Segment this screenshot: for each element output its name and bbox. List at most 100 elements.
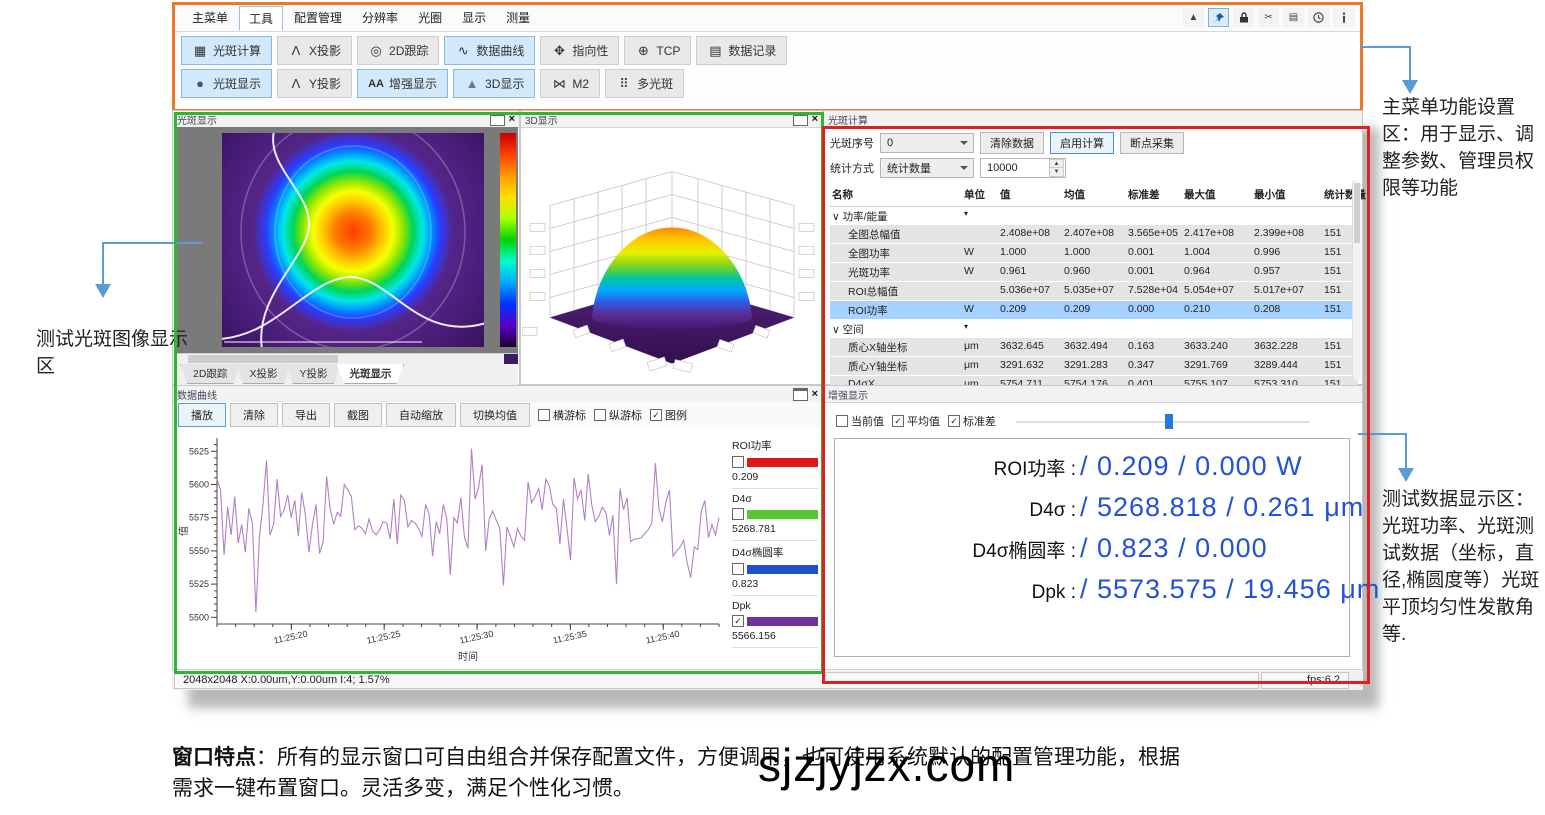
- column-header-名称[interactable]: 名称: [830, 185, 962, 203]
- column-header-统计数量[interactable]: 统计数量: [1322, 185, 1370, 203]
- data-curve-panel: 数据曲线 × 播放清除导出截图自动缩放切换均值横游标纵游标✓图例 5500552…: [172, 385, 823, 670]
- close-icon[interactable]: ×: [812, 388, 818, 400]
- ribbon-button-Y投影[interactable]: ΛY投影: [277, 69, 352, 98]
- stat-mode-select[interactable]: 统计数量: [880, 158, 974, 178]
- menu-item-6[interactable]: 显示: [453, 6, 495, 31]
- checkbox-icon[interactable]: [538, 409, 550, 421]
- table-row-ROI功率[interactable]: ROI功率W0.2090.2090.0000.2100.208151: [830, 301, 1358, 320]
- ribbon-button-3D显示[interactable]: ▲3D显示: [453, 69, 535, 98]
- curve-checkbox-图例[interactable]: ✓图例: [650, 407, 687, 423]
- float-icon[interactable]: [490, 113, 505, 126]
- metric-row: Dpk :/ 5573.575 / 19.456 μm: [835, 574, 1349, 605]
- curve-button-导出[interactable]: 导出: [282, 403, 330, 427]
- ribbon-button-指向性[interactable]: ✥指向性: [540, 36, 619, 65]
- table-row-质心Y轴坐标[interactable]: 质心Y轴坐标μm3291.6323291.2830.3473291.769328…: [830, 357, 1358, 376]
- tab-Y投影[interactable]: Y投影: [286, 364, 340, 384]
- spin-down-icon[interactable]: ▼: [1049, 167, 1064, 177]
- pin-icon[interactable]: [1208, 8, 1229, 27]
- curve-button-播放[interactable]: 播放: [178, 403, 226, 427]
- file-icon[interactable]: ▤: [1283, 8, 1304, 27]
- curve-checkbox-横游标[interactable]: 横游标: [538, 407, 586, 423]
- column-header-标准差[interactable]: 标准差: [1126, 185, 1182, 203]
- menu-item-3[interactable]: 配置管理: [285, 6, 351, 31]
- calc-button-启用计算[interactable]: 启用计算: [1050, 132, 1114, 154]
- curve-checkbox-纵游标[interactable]: 纵游标: [594, 407, 642, 423]
- table-group-row[interactable]: ∨ 空间▾: [830, 320, 1358, 338]
- stat-count-spinner[interactable]: 10000 ▲ ▼: [980, 158, 1066, 178]
- table-vscrollbar[interactable]: [1352, 181, 1361, 380]
- spot-index-select[interactable]: 0: [880, 133, 974, 153]
- column-header-均值[interactable]: 均值: [1062, 185, 1126, 203]
- ribbon-button-增强显示[interactable]: AA增强显示: [357, 69, 448, 98]
- menu-bar: 主菜单工具配置管理分辨率光圈显示测量 ▲ ✂ ▤: [175, 5, 1360, 32]
- float-icon[interactable]: [793, 113, 808, 126]
- scissors-icon[interactable]: ✂: [1258, 8, 1279, 27]
- menu-item-2[interactable]: 工具: [239, 6, 283, 31]
- curve-button-清除[interactable]: 清除: [230, 403, 278, 427]
- tab-光斑显示[interactable]: 光斑显示: [336, 364, 404, 384]
- collapse-icon[interactable]: ▲: [1183, 8, 1204, 27]
- close-icon[interactable]: ×: [509, 113, 515, 125]
- ribbon-button-数据记录[interactable]: ▤数据记录: [696, 36, 787, 65]
- table-group-row[interactable]: ∨ 功率/能量▾: [830, 207, 1358, 225]
- calc-button-断点采集[interactable]: 断点采集: [1120, 132, 1184, 154]
- menu-item-1[interactable]: 主菜单: [183, 6, 237, 31]
- enhanced-panel-titlebar: 增强显示: [824, 386, 1362, 403]
- table-row-全图功率[interactable]: 全图功率W1.0001.0000.0011.0040.996151: [830, 244, 1358, 263]
- legend-color-bar: [747, 458, 818, 467]
- metric-value: / 0.823 / 0.000: [1080, 533, 1349, 564]
- float-icon[interactable]: [793, 388, 808, 401]
- enhanced-checkbox-当前值[interactable]: 当前值: [836, 413, 884, 429]
- column-header-值[interactable]: 值: [998, 185, 1062, 203]
- enhanced-checkbox-平均值[interactable]: ✓平均值: [892, 413, 940, 429]
- ribbon-button-多光斑[interactable]: ⠿多光斑: [605, 69, 684, 98]
- column-header-最大值[interactable]: 最大值: [1182, 185, 1252, 203]
- spot-index-label: 光斑序号: [830, 135, 874, 151]
- curve-panel-title: 数据曲线: [177, 387, 217, 402]
- menu-item-7[interactable]: 测量: [497, 6, 539, 31]
- close-icon[interactable]: ×: [812, 113, 818, 125]
- ribbon-button-X投影[interactable]: ΛX投影: [277, 36, 352, 65]
- chart-legend: ROI功率0.209D4σ5268.781D4σ椭圆率0.823Dpk✓5566…: [732, 434, 818, 648]
- slider-handle[interactable]: [1165, 414, 1173, 429]
- curve-button-自动缩放[interactable]: 自动缩放: [386, 403, 456, 427]
- svg-text:11:25:40: 11:25:40: [645, 629, 681, 646]
- svg-text:11:25:35: 11:25:35: [552, 629, 588, 646]
- enhanced-checkbox-标准差[interactable]: ✓标准差: [948, 413, 996, 429]
- curve-toolbar: 播放清除导出截图自动缩放切换均值横游标纵游标 ✓图例: [174, 402, 821, 427]
- ribbon-button-M2[interactable]: ⋈M2: [540, 69, 600, 98]
- ribbon-button-2D跟踪[interactable]: ◎2D跟踪: [357, 36, 439, 65]
- legend-checkbox[interactable]: ✓: [732, 615, 744, 627]
- tcp-globe-icon: ⊕: [635, 43, 651, 59]
- table-row-全图总幅值[interactable]: 全图总幅值2.408e+082.407e+083.565e+052.417e+0…: [830, 225, 1358, 244]
- legend-checkbox[interactable]: [732, 508, 744, 520]
- ribbon-button-光斑显示[interactable]: ●光斑显示: [181, 69, 272, 98]
- curve-button-切换均值[interactable]: 切换均值: [460, 403, 530, 427]
- beam-image-area: [174, 127, 518, 353]
- checkbox-icon[interactable]: ✓: [650, 409, 662, 421]
- calc-button-清除数据[interactable]: 清除数据: [980, 132, 1044, 154]
- checkbox-icon[interactable]: [594, 409, 606, 421]
- curve-button-截图[interactable]: 截图: [334, 403, 382, 427]
- ribbon-button-TCP[interactable]: ⊕TCP: [624, 36, 691, 65]
- column-header-最小值[interactable]: 最小值: [1252, 185, 1322, 203]
- window-buttons: ▲ ✂ ▤: [1183, 8, 1354, 27]
- tab-X投影[interactable]: X投影: [236, 364, 290, 384]
- lock-icon[interactable]: [1233, 8, 1254, 27]
- clock-icon[interactable]: [1308, 8, 1329, 27]
- info-icon[interactable]: [1333, 8, 1354, 27]
- table-row-光斑功率[interactable]: 光斑功率W0.9610.9600.0010.9640.957151: [830, 263, 1358, 282]
- data-record-icon: ▤: [707, 43, 723, 59]
- table-row-ROI总幅值[interactable]: ROI总幅值5.036e+075.035e+077.528e+045.054e+…: [830, 282, 1358, 301]
- ribbon-button-数据曲线[interactable]: ∿数据曲线: [444, 36, 535, 65]
- menu-item-5[interactable]: 光圈: [409, 6, 451, 31]
- menu-item-4[interactable]: 分辨率: [353, 6, 407, 31]
- ribbon-button-光斑计算[interactable]: ▦光斑计算: [181, 36, 272, 65]
- table-row-质心X轴坐标[interactable]: 质心X轴坐标μm3632.6453632.4940.1633633.240363…: [830, 338, 1358, 357]
- table-header: 名称单位值均值标准差最大值最小值统计数量: [830, 181, 1358, 207]
- 3d-panel-title: 3D显示: [525, 112, 558, 127]
- legend-checkbox[interactable]: [732, 456, 744, 468]
- enhanced-slider[interactable]: [1016, 413, 1340, 429]
- column-header-单位[interactable]: 单位: [962, 185, 998, 203]
- legend-checkbox[interactable]: [732, 563, 744, 575]
